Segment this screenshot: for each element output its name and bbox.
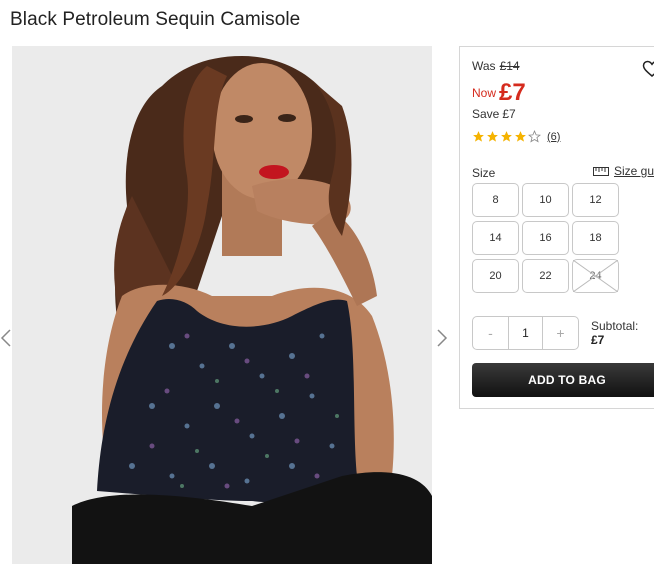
- size-option-label: 18: [589, 232, 602, 244]
- save-price: £7: [502, 107, 516, 121]
- size-option-label: 12: [589, 194, 602, 206]
- size-option-label: 8: [492, 194, 499, 206]
- now-label: Now: [472, 86, 497, 100]
- size-option-label: 22: [539, 270, 552, 282]
- size-option[interactable]: 22: [522, 259, 569, 293]
- quantity-value[interactable]: 1: [508, 317, 543, 349]
- star-filled-icon: [473, 131, 484, 142]
- size-guide-label: Size guide: [614, 164, 654, 178]
- gallery-next-button[interactable]: [434, 322, 450, 354]
- save-amount: Save £7: [472, 107, 516, 121]
- product-buy-panel: Was£14 Now£7 Save£7 (6) Size Size guide …: [459, 46, 654, 409]
- size-option-label: 20: [489, 270, 502, 282]
- chevron-right-icon: [437, 329, 448, 347]
- ruler-icon: [593, 166, 609, 176]
- size-option-label: 14: [489, 232, 502, 244]
- size-option[interactable]: 16: [522, 221, 569, 255]
- subtotal-value: £7: [591, 333, 605, 347]
- now-price: Now £7: [472, 79, 526, 107]
- quantity-decrease-button[interactable]: -: [473, 317, 508, 349]
- size-option[interactable]: 12: [572, 183, 619, 217]
- quantity-increase-button[interactable]: +: [543, 317, 578, 349]
- size-option-label: 16: [539, 232, 552, 244]
- old-price: £14: [499, 59, 520, 73]
- size-option[interactable]: 10: [522, 183, 569, 217]
- product-image: [12, 46, 432, 564]
- size-label: Size: [472, 166, 496, 180]
- size-option-label: 10: [539, 194, 552, 206]
- heart-icon: [642, 60, 654, 77]
- size-selector: 8 10 12 14 16 18 20 22 24: [472, 183, 619, 293]
- was-label: Was: [472, 59, 496, 73]
- model-photo: [12, 46, 432, 564]
- size-option[interactable]: 18: [572, 221, 619, 255]
- rating: (6): [472, 130, 560, 143]
- size-option[interactable]: 8: [472, 183, 519, 217]
- subtotal: Subtotal: £7: [591, 319, 638, 347]
- quantity-stepper: - 1 +: [472, 316, 579, 350]
- star-filled-icon: [487, 131, 498, 142]
- unavailable-cross-icon: [573, 260, 618, 292]
- was-price: Was £14: [472, 59, 520, 73]
- star-filled-icon: [501, 131, 512, 142]
- star-empty-icon: [528, 130, 541, 143]
- save-label: Save: [472, 107, 500, 121]
- review-count-link[interactable]: (6): [547, 131, 560, 143]
- subtotal-label: Subtotal:: [591, 319, 639, 333]
- star-filled-icon: [515, 131, 526, 142]
- size-guide-link[interactable]: Size guide: [593, 164, 654, 178]
- wishlist-button[interactable]: [642, 59, 654, 79]
- chevron-left-icon: [0, 329, 11, 347]
- gallery-prev-button[interactable]: [0, 322, 16, 354]
- product-title: Black Petroleum Sequin Camisole: [10, 9, 301, 30]
- size-option[interactable]: 14: [472, 221, 519, 255]
- sale-price: £7: [499, 79, 526, 106]
- size-option[interactable]: 20: [472, 259, 519, 293]
- add-to-bag-button[interactable]: ADD TO BAG: [472, 363, 654, 397]
- size-option-unavailable[interactable]: 24: [572, 259, 619, 293]
